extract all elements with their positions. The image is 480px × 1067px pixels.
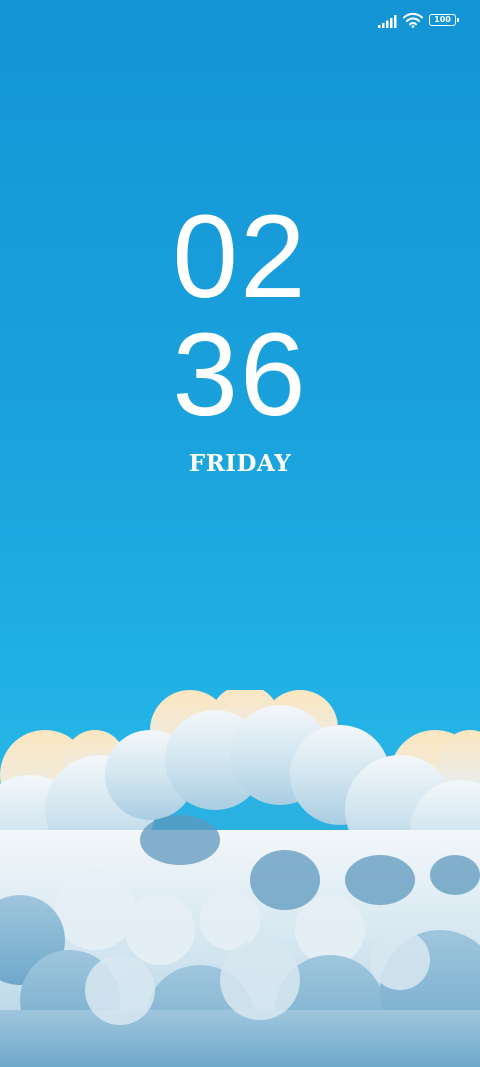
lock-screen: 100 02 36 FRIDAY (0, 0, 480, 1067)
clock-minutes: 36 (172, 309, 308, 441)
cloud-wallpaper (0, 690, 480, 1067)
battery-level: 100 (434, 15, 451, 24)
clock-hours: 02 (172, 191, 308, 323)
battery-cap (457, 18, 459, 22)
battery-body: 100 (429, 14, 456, 26)
signal-icon (378, 15, 397, 28)
battery-icon: 100 (429, 14, 460, 28)
day-label: FRIDAY (188, 450, 292, 477)
status-bar: 100 (0, 0, 480, 40)
wifi-icon (403, 12, 423, 28)
